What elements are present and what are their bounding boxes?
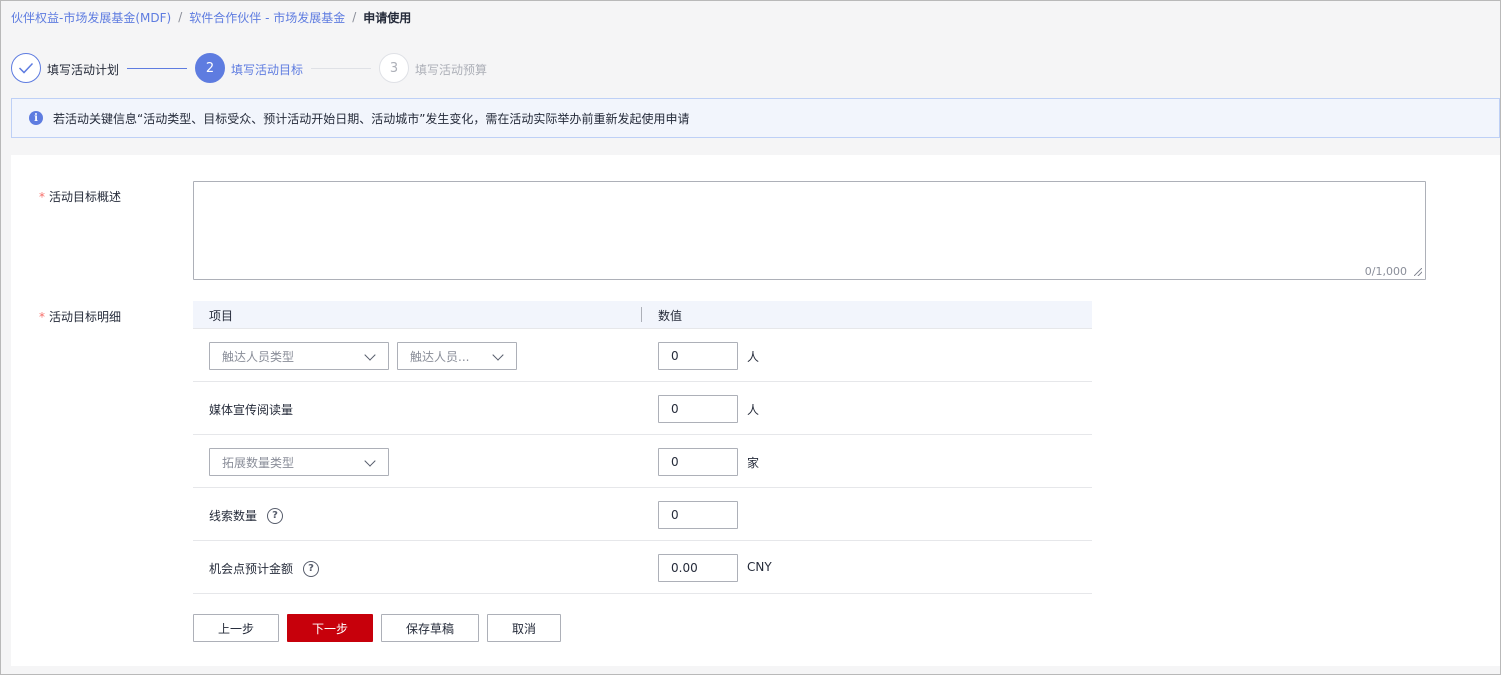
step-3-number: 3 — [379, 53, 409, 83]
table-row: 触达人员类型 触达人员... 0 人 — [193, 329, 1092, 382]
info-icon: i — [29, 111, 43, 125]
breadcrumb-link-software-partner[interactable]: 软件合作伙伴 - 市场发展基金 — [189, 9, 345, 26]
opportunity-amount-input[interactable]: 0.00 — [658, 554, 738, 582]
select-placeholder: 触达人员类型 — [222, 349, 295, 364]
chevron-down-icon — [364, 455, 376, 467]
required-mark: * — [39, 310, 45, 324]
step-2-number: 2 — [195, 53, 225, 83]
table-row: 拓展数量类型 0 家 — [193, 435, 1092, 488]
media-reads-label: 媒体宣传阅读量 — [209, 403, 294, 417]
objective-details-table: 项目 数值 触达人员类型 触达人员... 0 人 媒体宣传阅读量 0 人 拓展数… — [193, 301, 1092, 594]
currency-label: CNY — [747, 560, 772, 574]
step-1-checkmark-icon — [11, 53, 41, 83]
details-label: * 活动目标明细 — [39, 308, 121, 325]
select-placeholder: 拓展数量类型 — [222, 455, 295, 470]
reach-person-subtype-select[interactable]: 触达人员... — [397, 342, 517, 370]
expansion-count-input[interactable]: 0 — [658, 448, 738, 476]
prev-step-button[interactable]: 上一步 — [193, 614, 279, 642]
details-label-text: 活动目标明细 — [49, 310, 122, 324]
breadcrumb-separator: / — [178, 10, 183, 24]
resize-handle-icon[interactable] — [1414, 268, 1422, 276]
select-placeholder: 触达人员... — [410, 349, 470, 364]
help-icon[interactable]: ? — [303, 560, 320, 577]
unit-label: 人 — [747, 350, 760, 364]
action-buttons: 上一步 下一步 保存草稿 取消 — [193, 614, 569, 642]
cancel-button[interactable]: 取消 — [487, 614, 561, 642]
table-row: 媒体宣传阅读量 0 人 — [193, 382, 1092, 435]
step-connector — [127, 68, 187, 69]
page-frame: 伙伴权益-市场发展基金(MDF) / 软件合作伙伴 - 市场发展基金 / 申请使… — [0, 0, 1501, 675]
table-row: 线索数量 ? 0 — [193, 488, 1092, 541]
alert-text: 若活动关键信息“活动类型、目标受众、预计活动开始日期、活动城市”发生变化，需在活… — [53, 111, 690, 126]
expansion-type-select[interactable]: 拓展数量类型 — [209, 448, 389, 476]
help-icon[interactable]: ? — [267, 507, 284, 524]
table-header: 项目 数值 — [193, 301, 1092, 329]
leads-count-input[interactable]: 0 — [658, 501, 738, 529]
column-header-item: 项目 — [209, 309, 234, 323]
breadcrumb-separator: / — [352, 10, 357, 24]
required-mark: * — [39, 190, 45, 204]
chevron-down-icon — [492, 349, 504, 361]
step-connector — [311, 68, 371, 69]
unit-label: 人 — [747, 403, 760, 417]
breadcrumb: 伙伴权益-市场发展基金(MDF) / 软件合作伙伴 - 市场发展基金 / 申请使… — [11, 9, 411, 25]
column-divider — [641, 307, 642, 322]
reach-count-input[interactable]: 0 — [658, 342, 738, 370]
char-counter: 0/1,000 — [1364, 265, 1407, 278]
breadcrumb-link-mdf[interactable]: 伙伴权益-市场发展基金(MDF) — [11, 9, 171, 26]
next-step-button[interactable]: 下一步 — [287, 614, 373, 642]
objective-label: * 活动目标概述 — [39, 188, 121, 205]
opportunity-amount-label: 机会点预计金额 — [209, 562, 294, 576]
form-panel: * 活动目标概述 0/1,000 * 活动目标明细 项目 数值 触达人员类型 触达人… — [11, 155, 1500, 666]
column-header-value: 数值 — [658, 309, 683, 323]
reach-person-type-select[interactable]: 触达人员类型 — [209, 342, 389, 370]
breadcrumb-current: 申请使用 — [363, 10, 412, 25]
step-3-label: 填写活动预算 — [415, 63, 488, 77]
chevron-down-icon — [364, 349, 376, 361]
leads-count-cell: 线索数量 ? — [209, 507, 284, 524]
step-2-label: 填写活动目标 — [231, 63, 304, 77]
unit-label: 家 — [747, 456, 760, 470]
leads-count-label: 线索数量 — [209, 509, 258, 523]
objective-textarea[interactable]: 0/1,000 — [193, 181, 1426, 280]
media-reads-input[interactable]: 0 — [658, 395, 738, 423]
opportunity-amount-cell: 机会点预计金额 ? — [209, 560, 320, 577]
save-draft-button[interactable]: 保存草稿 — [381, 614, 479, 642]
objective-label-text: 活动目标概述 — [49, 190, 122, 204]
step-1-label: 填写活动计划 — [47, 63, 120, 77]
info-alert: i 若活动关键信息“活动类型、目标受众、预计活动开始日期、活动城市”发生变化，需… — [11, 98, 1500, 138]
table-row: 机会点预计金额 ? 0.00 CNY — [193, 541, 1092, 594]
